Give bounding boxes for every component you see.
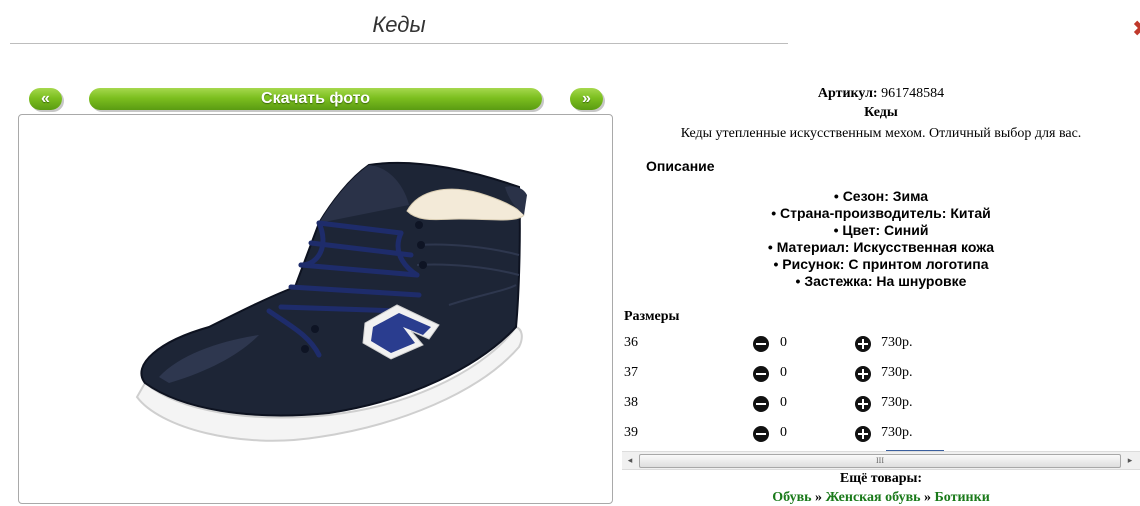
- plus-icon[interactable]: [855, 396, 871, 412]
- product-photo[interactable]: [18, 114, 613, 504]
- article-label: Артикул:: [817, 86, 878, 101]
- property-item: Рисунок: С принтом логотипа: [622, 256, 1140, 273]
- price-value: 730р.: [881, 425, 913, 440]
- description-heading: Описание: [646, 158, 715, 174]
- breadcrumb-link-botinki[interactable]: Ботинки: [935, 490, 990, 505]
- close-icon[interactable]: ✖: [1132, 16, 1140, 42]
- property-item: Страна-производитель: Китай: [622, 205, 1140, 222]
- size-value: 38: [624, 395, 638, 410]
- horizontal-scrollbar[interactable]: ◂ III ▸: [622, 451, 1140, 470]
- breadcrumb: Обувь » Женская обувь » Ботинки: [622, 490, 1140, 506]
- property-item: Материал: Искусственная кожа: [622, 239, 1140, 256]
- prev-photo-button[interactable]: «: [29, 88, 62, 110]
- quantity-value: 0: [780, 365, 787, 380]
- size-row: 38 0 730р.: [622, 388, 1140, 418]
- sizes-heading: Размеры: [624, 309, 680, 324]
- minus-icon[interactable]: [753, 426, 769, 442]
- page-title: Кеды: [372, 12, 426, 37]
- property-item: Сезон: Зима: [622, 188, 1140, 205]
- title-divider: [10, 43, 788, 44]
- scrollbar-thumb[interactable]: III: [639, 454, 1121, 468]
- size-row: 36 0 730р.: [622, 328, 1140, 358]
- breadcrumb-separator: »: [815, 490, 823, 505]
- price-value: 730р.: [881, 395, 913, 410]
- size-row: 37 0 730р.: [622, 358, 1140, 388]
- breadcrumb-link-obuv[interactable]: Обувь: [772, 490, 811, 505]
- property-item: Застежка: На шнуровке: [622, 273, 1140, 290]
- plus-icon[interactable]: [855, 426, 871, 442]
- size-value: 37: [624, 365, 638, 380]
- scroll-right-icon[interactable]: ▸: [1124, 454, 1136, 466]
- price-value: 730р.: [881, 335, 913, 350]
- minus-icon[interactable]: [753, 396, 769, 412]
- price-value: 730р.: [881, 365, 913, 380]
- plus-icon[interactable]: [855, 366, 871, 382]
- breadcrumb-separator: »: [924, 490, 932, 505]
- quantity-value: 0: [780, 335, 787, 350]
- product-short-description: Кеды утепленные искусственным мехом. Отл…: [680, 126, 1082, 141]
- size-value: 36: [624, 335, 638, 350]
- breadcrumb-link-zhenskaya-obuv[interactable]: Женская обувь: [826, 490, 921, 505]
- quantity-value: 0: [780, 425, 787, 440]
- sizes-table: 36 0 730р. 37 0 730р. 38 0 730р. 39 0 73…: [622, 328, 1140, 448]
- download-photo-button[interactable]: Скачать фото: [89, 88, 542, 110]
- size-value: 39: [624, 425, 638, 440]
- property-item: Цвет: Синий: [622, 222, 1140, 239]
- sneaker-image: [135, 161, 527, 442]
- plus-icon[interactable]: [855, 336, 871, 352]
- property-list: Сезон: Зима Страна-производитель: Китай …: [622, 188, 1140, 290]
- scroll-left-icon[interactable]: ◂: [624, 454, 636, 466]
- article-value: 961748584: [881, 86, 945, 101]
- more-products-heading: Ещё товары:: [839, 471, 923, 486]
- minus-icon[interactable]: [753, 366, 769, 382]
- minus-icon[interactable]: [753, 336, 769, 352]
- article-line: Артикул: 961748584: [622, 86, 1140, 102]
- product-name: Кеды: [864, 105, 898, 120]
- size-row: 39 0 730р.: [622, 418, 1140, 448]
- next-photo-button[interactable]: »: [570, 88, 603, 110]
- quantity-value: 0: [780, 395, 787, 410]
